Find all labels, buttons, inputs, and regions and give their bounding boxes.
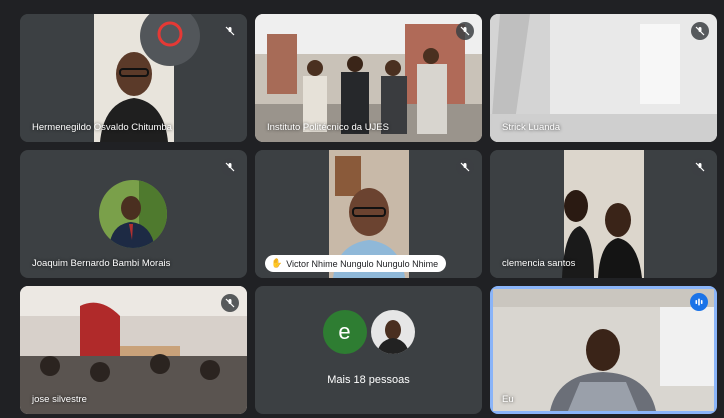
audio-level-icon: [690, 293, 708, 311]
participant-name-pill: ✋ Victor Nhime Nungulo Nungulo Nhime: [265, 255, 447, 272]
avatar: [99, 180, 167, 248]
participant-tile[interactable]: jose silvestre: [20, 286, 247, 414]
participant-name: Strick Luanda: [502, 122, 561, 133]
hand-icon: ✋: [271, 258, 283, 268]
participant-video: [493, 289, 714, 411]
more-participants-label: Mais 18 pessoas: [327, 374, 410, 386]
participant-tile[interactable]: ✋ Victor Nhime Nungulo Nungulo Nhime: [255, 150, 482, 278]
mic-off-icon: [456, 158, 474, 176]
participant-tile[interactable]: Strick Luanda: [490, 14, 717, 142]
participant-tile[interactable]: clemencia santos: [490, 150, 717, 278]
avatar: e: [322, 310, 367, 354]
participant-name: Hermenegildo Osvaldo Chitumba: [32, 122, 172, 133]
participant-name: Joaquim Bernardo Bambi Morais: [32, 258, 171, 269]
avatar-stack: e: [322, 310, 415, 354]
participant-tile[interactable]: Hermenegildo Osvaldo Chitumba: [20, 14, 247, 142]
participant-name: jose silvestre: [32, 394, 87, 405]
avatar: [370, 310, 415, 354]
participant-name: clemencia santos: [502, 258, 576, 269]
participant-name: Victor Nhime Nungulo Nungulo Nhime: [286, 258, 439, 269]
mic-off-icon: [691, 22, 709, 40]
participant-name: Eu: [502, 394, 514, 405]
participant-grid: Hermenegildo Osvaldo Chitumba Instituto …: [20, 14, 718, 414]
mic-off-icon: [221, 22, 239, 40]
mic-off-icon: [221, 158, 239, 176]
mic-off-icon: [221, 294, 239, 312]
more-participants-tile[interactable]: e Mais 18 pessoas: [255, 286, 482, 414]
participant-tile[interactable]: Joaquim Bernardo Bambi Morais: [20, 150, 247, 278]
mic-off-icon: [456, 22, 474, 40]
self-tile[interactable]: Eu: [490, 286, 717, 414]
participant-name: Instituto Politécnico da UJES: [267, 122, 389, 133]
mic-off-icon: [691, 158, 709, 176]
participant-tile[interactable]: Instituto Politécnico da UJES: [255, 14, 482, 142]
